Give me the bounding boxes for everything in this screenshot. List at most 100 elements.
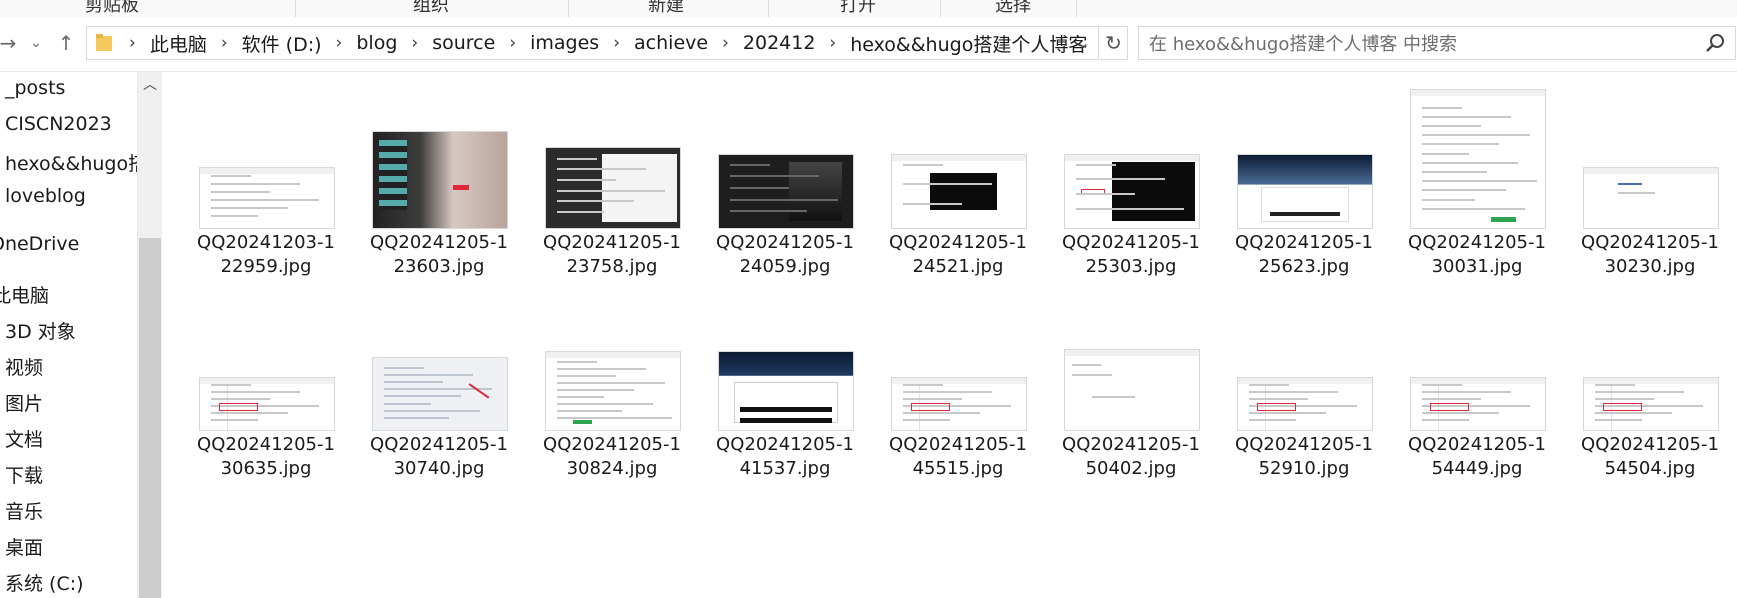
file-thumbnail [546,352,680,430]
sidebar-scrollbar[interactable]: ︿ [137,72,162,598]
thumbnail-frame [1584,78,1718,228]
file-thumbnail [892,155,1026,228]
sidebar-item-videos[interactable]: 视频 [5,353,43,380]
ribbon-group-new: 新建 [648,0,684,16]
breadcrumb-drive-d[interactable]: 软件 (D:) [242,30,322,57]
sidebar-item-onedrive[interactable]: OneDrive [0,233,79,255]
search-icon[interactable] [1705,32,1727,54]
file-name: QQ20241205-1 23758.jpg [543,232,681,277]
sidebar-item-this-pc[interactable]: 此电脑 [0,281,49,308]
file-name: QQ20241205-1 30824.jpg [543,434,681,479]
forward-button[interactable]: → [0,29,22,57]
ribbon-group-select: 选择 [995,0,1031,16]
file-item[interactable]: QQ20241205-1 24521.jpg [883,78,1033,277]
breadcrumb-source[interactable]: source [432,32,495,54]
file-item[interactable]: QQ20241205-1 45515.jpg [883,280,1033,479]
file-item[interactable]: QQ20241205-1 23758.jpg [537,78,687,277]
breadcrumb-this-pc[interactable]: 此电脑 [150,30,207,57]
thumbnail-frame [200,78,334,228]
breadcrumb-achieve[interactable]: achieve [634,32,708,54]
file-item[interactable]: QQ20241205-1 52910.jpg [1229,280,1379,479]
file-name: QQ20241205-1 30635.jpg [197,434,335,479]
scroll-up-button[interactable]: ︿ [138,72,162,96]
search-input[interactable] [1139,27,1711,61]
thumbnail-frame [373,78,507,228]
thumbnail-frame [1584,280,1718,430]
ribbon-group-open: 打开 [840,0,876,16]
chevron-right-icon[interactable]: › [722,33,729,53]
file-thumbnail [1065,155,1199,228]
file-item[interactable]: QQ20241205-1 30824.jpg [537,280,687,479]
chevron-right-icon[interactable]: › [829,33,836,53]
sidebar-item-pictures[interactable]: 图片 [5,389,43,416]
ribbon-divider [568,0,569,17]
file-item[interactable]: QQ20241205-1 54504.jpg [1575,280,1725,479]
file-item[interactable]: QQ20241205-1 25303.jpg [1056,78,1206,277]
refresh-button[interactable]: ↻ [1100,26,1128,60]
sidebar-item-desktop[interactable]: 桌面 [5,533,43,560]
file-item[interactable]: QQ20241205-1 30031.jpg [1402,78,1552,277]
file-item[interactable]: QQ20241203-1 22959.jpg [191,78,341,277]
sidebar-item-documents[interactable]: 文档 [5,425,43,452]
file-item[interactable]: QQ20241205-1 30635.jpg [191,280,341,479]
file-item[interactable]: QQ20241205-1 30230.jpg [1575,78,1725,277]
file-thumbnail [1584,378,1718,430]
chevron-up-icon: ︿ [143,77,157,93]
sidebar-item-system-c[interactable]: 系统 (C:) [5,569,84,596]
chevron-down-icon: ⌄ [30,35,42,51]
breadcrumb: › 此电脑 › 软件 (D:) › blog › source › images… [115,27,1087,59]
sidebar-item-downloads[interactable]: 下载 [5,461,43,488]
breadcrumb-202412[interactable]: 202412 [743,32,816,54]
file-name: QQ20241205-1 25623.jpg [1235,232,1373,277]
address-dropdown-icon[interactable]: ⌄ [1077,33,1090,52]
search-box[interactable] [1138,26,1736,61]
chevron-right-icon[interactable]: › [336,33,343,53]
file-item[interactable]: QQ20241205-1 54449.jpg [1402,280,1552,479]
sidebar-item-posts[interactable]: _posts [5,77,65,99]
file-grid: QQ20241203-1 22959.jpg QQ20241205-1 2360… [162,72,1737,598]
file-name: QQ20241205-1 52910.jpg [1235,434,1373,479]
thumbnail-frame [719,78,853,228]
sidebar-item-music[interactable]: 音乐 [5,497,43,524]
chevron-right-icon[interactable]: › [129,33,136,53]
ribbon-group-clipboard: 剪贴板 [85,0,139,16]
file-item[interactable]: QQ20241205-1 30740.jpg [364,280,514,479]
file-name: QQ20241203-1 22959.jpg [197,232,335,277]
chevron-right-icon[interactable]: › [509,33,516,53]
up-button[interactable]: ↑ [52,29,80,57]
file-thumbnail [1065,350,1199,430]
sidebar-item-3d-objects[interactable]: 3D 对象 [5,317,76,344]
file-name: QQ20241205-1 25303.jpg [1062,232,1200,277]
breadcrumb-current-folder[interactable]: hexo&&hugo搭建个人博客 [850,30,1087,57]
thumbnail-frame [546,280,680,430]
file-name: QQ20241205-1 23603.jpg [370,232,508,277]
chevron-right-icon[interactable]: › [613,33,620,53]
sidebar-item-hexo-hugo[interactable]: hexo&&hugo搭 [5,149,137,176]
file-thumbnail [1411,378,1545,430]
ribbon-group-organize: 组织 [413,0,449,16]
chevron-right-icon[interactable]: › [411,33,418,53]
address-bar[interactable]: › 此电脑 › 软件 (D:) › blog › source › images… [86,26,1099,60]
chevron-right-icon[interactable]: › [221,33,228,53]
thumbnail-frame [892,280,1026,430]
sidebar-item-ciscn2023[interactable]: CISCN2023 [5,113,112,135]
file-item[interactable]: QQ20241205-1 23603.jpg [364,78,514,277]
file-name: QQ20241205-1 30230.jpg [1581,232,1719,277]
file-thumbnail [373,132,507,228]
breadcrumb-blog[interactable]: blog [356,32,397,54]
recent-locations-button[interactable]: ⌄ [22,29,50,57]
file-name: QQ20241205-1 54449.jpg [1408,434,1546,479]
navigation-bar: → ⌄ ↑ › 此电脑 › 软件 (D:) › blog › source › … [0,17,1737,72]
sidebar-item-loveblog[interactable]: loveblog [5,185,86,207]
scroll-thumb[interactable] [139,238,161,598]
file-name: QQ20241205-1 45515.jpg [889,434,1027,479]
file-name: QQ20241205-1 24521.jpg [889,232,1027,277]
file-item[interactable]: QQ20241205-1 25623.jpg [1229,78,1379,277]
file-item[interactable]: QQ20241205-1 24059.jpg [710,78,860,277]
thumbnail-frame [1238,78,1372,228]
file-item[interactable]: QQ20241205-1 41537.jpg [710,280,860,479]
breadcrumb-images[interactable]: images [530,32,599,54]
file-item[interactable]: QQ20241205-1 50402.jpg [1056,280,1206,479]
file-thumbnail [1411,90,1545,228]
thumbnail-frame [1065,78,1199,228]
